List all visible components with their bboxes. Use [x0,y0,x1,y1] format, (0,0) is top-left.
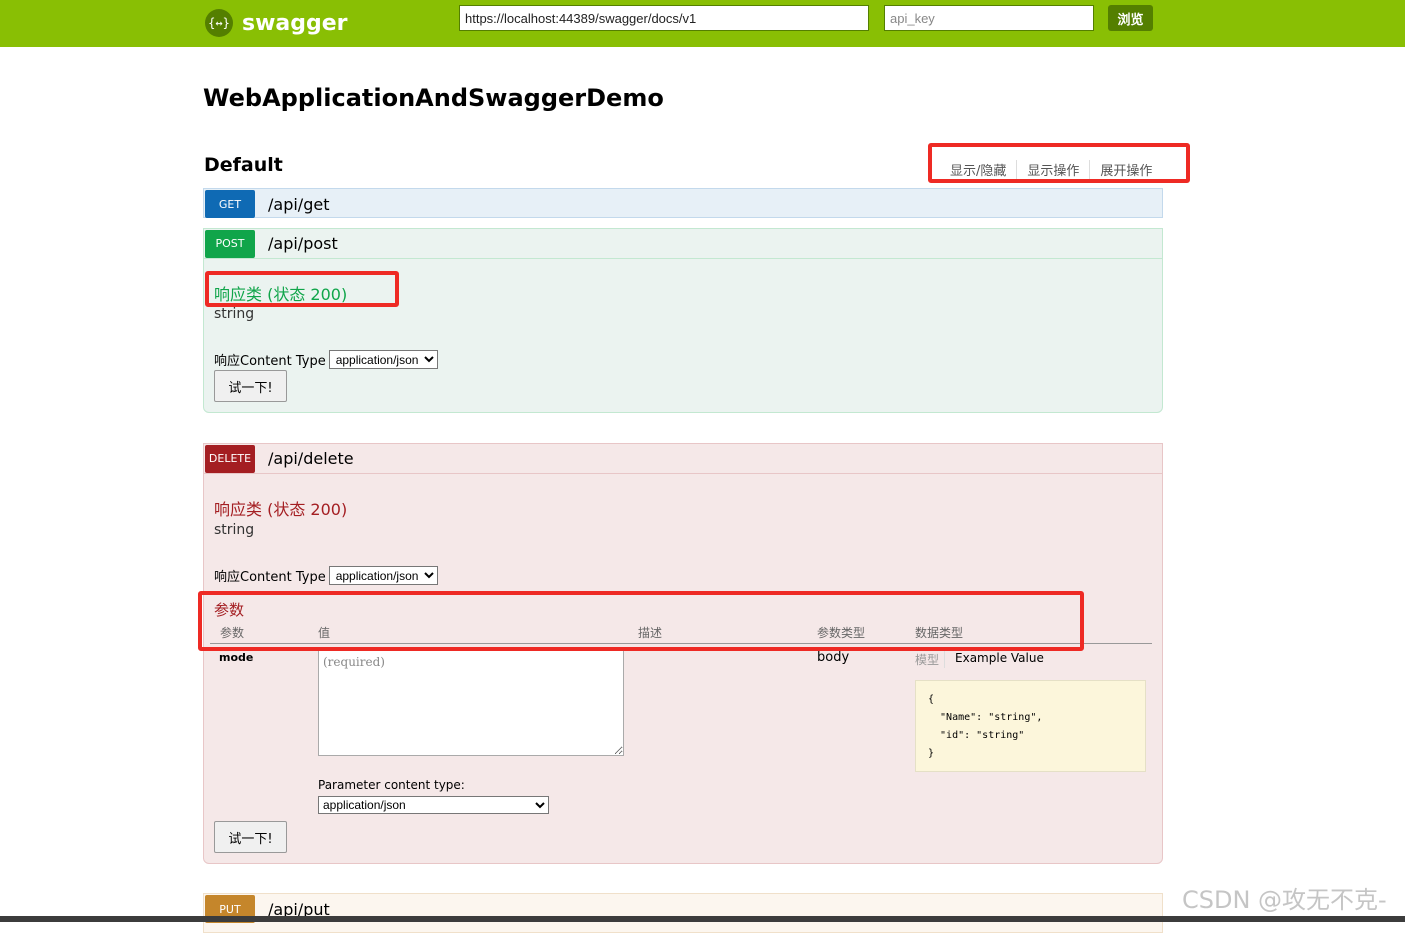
try-it-out-button[interactable]: 试一下! [214,370,287,402]
annotation-box-response-class [205,271,399,307]
response-type: string [214,306,255,322]
response-content-type-label: 响应Content Type [214,354,326,369]
parameter-type: body [817,650,850,665]
operation-delete: DELETE /api/delete 响应类 (状态 200) string 响… [203,443,1163,864]
response-content-type-label: 响应Content Type [214,570,326,585]
example-value-tab[interactable]: Example Value [945,651,1044,668]
response-content-type-select[interactable]: application/json [328,350,438,369]
operation-post-heading[interactable]: POST /api/post [204,229,1162,259]
swagger-logo-icon: {↔} [205,9,233,37]
parameter-content-type-select[interactable]: application/json [318,796,549,814]
operation-put: PUT /api/put [203,893,1163,933]
section-title-default[interactable]: Default [204,154,283,176]
swagger-logo-text: swagger [242,10,348,36]
response-content-type-select[interactable]: application/json [328,566,438,585]
example-value-box[interactable]: { "Name": "string", "id": "string" } [915,680,1146,772]
response-class-title: 响应类 (状态 200) [214,500,348,519]
top-bar: {↔} swagger 浏览 [0,0,1405,47]
response-content-type: 响应Content Type application/json [214,566,438,585]
http-method-badge[interactable]: DELETE [205,444,255,473]
http-method-badge[interactable]: POST [205,229,255,258]
bottom-bar [0,916,1405,922]
model-tab[interactable]: 模型 [915,651,946,668]
swagger-logo[interactable]: {↔} swagger [205,9,348,37]
annotation-box-section-links [928,143,1190,183]
operation-delete-heading[interactable]: DELETE /api/delete [204,444,1162,474]
spec-url-input[interactable] [459,5,869,31]
parameter-value-textarea[interactable] [318,650,624,756]
page-title: WebApplicationAndSwaggerDemo [203,84,664,112]
response-content-type: 响应Content Type application/json [214,350,438,369]
try-it-out-button[interactable]: 试一下! [214,821,287,853]
explore-button[interactable]: 浏览 [1108,5,1153,31]
operation-path[interactable]: /api/delete [268,449,354,468]
watermark: CSDN @攻无不克- [1182,886,1387,914]
annotation-box-parameters [198,591,1084,651]
operation-path[interactable]: /api/post [268,234,338,253]
model-tabs: 模型 Example Value [915,651,1044,668]
response-type: string [214,522,255,538]
http-method-badge[interactable]: GET [205,190,255,218]
operation-get-heading[interactable]: GET /api/get [204,189,1162,219]
operation-get: GET /api/get [203,188,1163,218]
operation-path[interactable]: /api/get [268,195,329,214]
parameter-name: mode [219,651,254,664]
operation-post: POST /api/post 响应类 (状态 200) string 响应Con… [203,228,1163,413]
api-key-input[interactable] [884,5,1094,31]
parameter-content-type-label: Parameter content type: [318,778,465,792]
